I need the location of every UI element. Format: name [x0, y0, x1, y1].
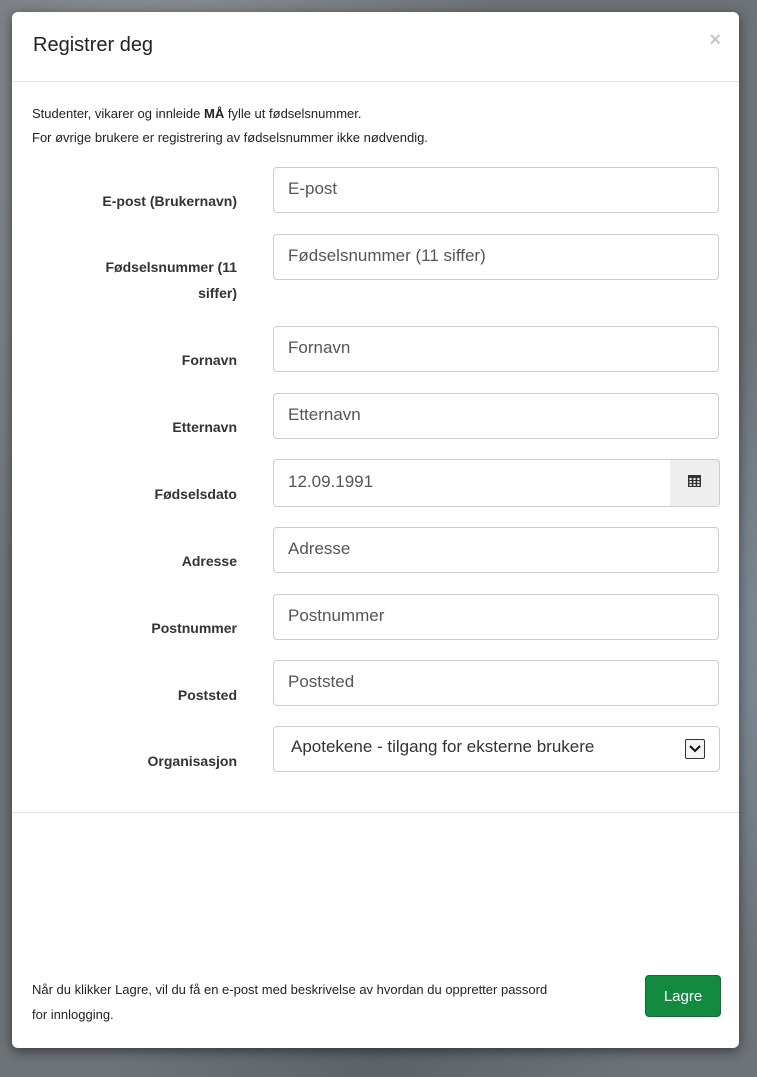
intro-line-2: For øvrige brukere er registrering av fø… — [32, 130, 428, 145]
organisation-selected: Apotekene - tilgang for eksterne brukere — [291, 737, 595, 756]
chevron-down-icon — [685, 739, 705, 759]
email-field[interactable]: E-post — [273, 167, 719, 213]
calendar-button[interactable] — [670, 459, 720, 507]
lastname-label: Etternavn — [172, 419, 237, 435]
city-label: Poststed — [177, 687, 237, 703]
birthdate-group: 12.09.1991 — [273, 459, 720, 507]
ssn-field[interactable]: Fødselsnummer (11 siffer) — [273, 234, 719, 280]
address-label: Adresse — [181, 553, 237, 569]
birthdate-label: Fødselsdato — [154, 486, 237, 502]
footer-text: Når du klikker Lagre, vil du få en e-pos… — [32, 982, 548, 1022]
address-field[interactable]: Adresse — [273, 527, 719, 573]
footer-divider — [12, 812, 739, 813]
modal-title: Registrer deg — [33, 34, 154, 56]
intro-line-1: Studenter, vikarer og innleide MÅ fylle … — [32, 106, 362, 121]
city-field[interactable]: Poststed — [273, 660, 719, 706]
birthdate-field[interactable]: 12.09.1991 — [273, 459, 671, 507]
modal-header: Registrer deg × — [12, 12, 739, 82]
close-icon[interactable]: × — [709, 30, 721, 50]
lastname-field[interactable]: Etternavn — [273, 393, 719, 439]
calendar-icon — [688, 474, 701, 492]
postcode-label: Postnummer — [151, 620, 237, 636]
firstname-label: Fornavn — [181, 352, 237, 368]
register-modal: Registrer deg × Studenter, vikarer og in… — [12, 12, 739, 1048]
ssn-label: Fødselsnummer (11 siffer) — [105, 259, 238, 301]
postcode-field[interactable]: Postnummer — [273, 594, 719, 640]
intro-text: Studenter, vikarer og innleide MÅ fylle … — [32, 102, 428, 150]
firstname-field[interactable]: Fornavn — [273, 326, 719, 372]
organisation-label: Organisasjon — [147, 753, 237, 769]
organisation-select[interactable]: Apotekene - tilgang for eksterne brukere — [273, 726, 720, 772]
email-label: E-post (Brukernavn) — [102, 193, 237, 209]
save-button[interactable]: Lagre — [645, 975, 721, 1017]
